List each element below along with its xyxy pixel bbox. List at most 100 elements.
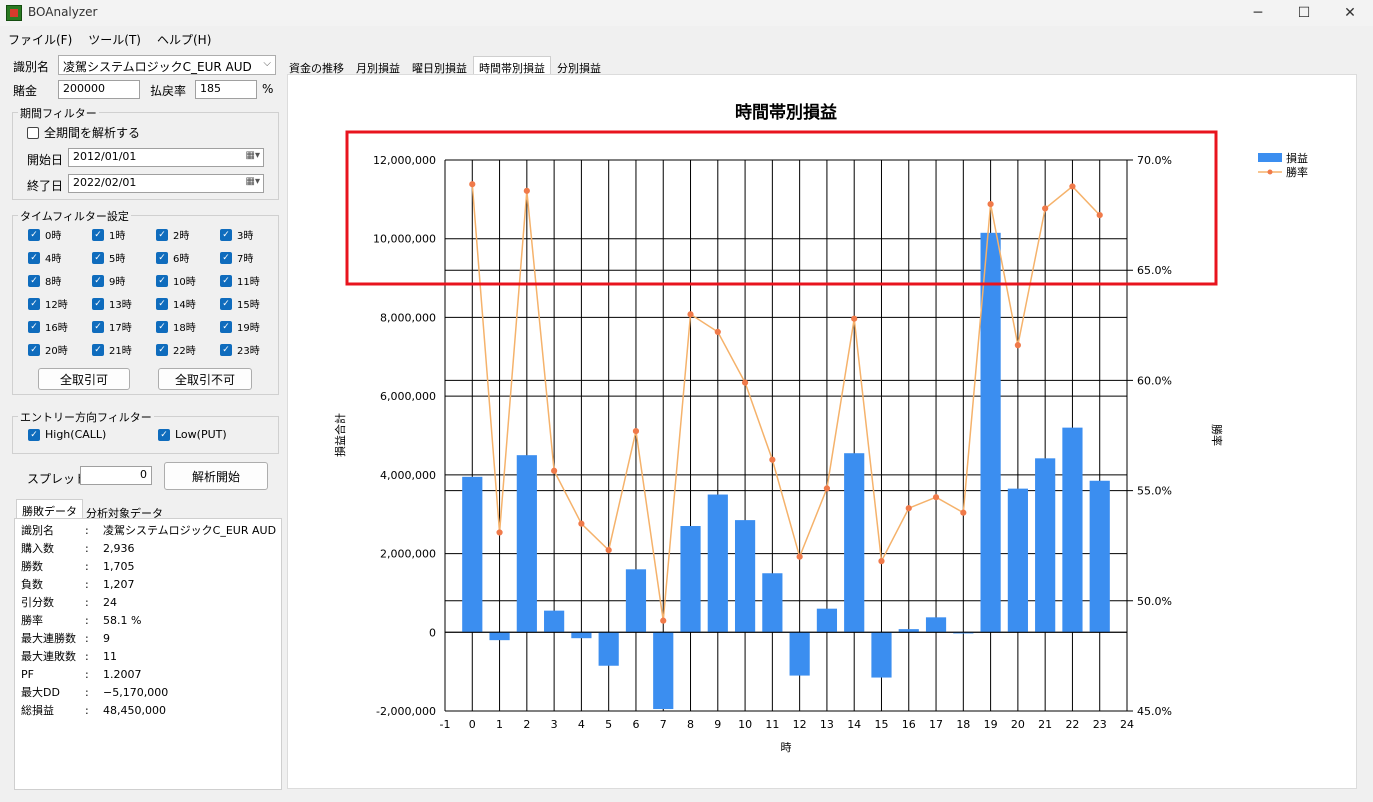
period-filter-title: 期間フィルター xyxy=(18,105,99,121)
hour-checkbox[interactable]: ✓ xyxy=(28,343,40,356)
bar xyxy=(1035,458,1056,633)
stat-key: 負数 xyxy=(21,578,43,591)
legend-label-winrate: 勝率 xyxy=(1286,165,1308,179)
bar xyxy=(653,632,674,710)
hour-checkbox[interactable]: ✓ xyxy=(92,297,104,310)
deny-all-button[interactable]: 全取引不可 xyxy=(158,368,252,390)
stat-value: 11 xyxy=(103,649,117,663)
bar xyxy=(1007,488,1028,633)
all-period-row: 全期間を解析する xyxy=(27,124,140,141)
stat-colon: : xyxy=(85,577,89,591)
hour-checkbox-row: ✓ 15時 xyxy=(220,296,260,311)
hour-label: 19時 xyxy=(237,323,260,334)
start-date-label: 開始日 xyxy=(27,153,64,167)
start-date-picker[interactable]: 2012/01/01 ▦▾ xyxy=(68,148,264,167)
menu-help[interactable]: ヘルプ(H) xyxy=(149,27,219,49)
high-checkbox[interactable]: ✓ xyxy=(28,428,40,441)
hour-checkbox[interactable]: ✓ xyxy=(28,251,40,264)
hour-checkbox[interactable]: ✓ xyxy=(220,274,232,287)
stat-key: 最大DD xyxy=(21,686,60,699)
hour-checkbox-row: ✓ 2時 xyxy=(156,227,189,242)
bar xyxy=(598,632,619,666)
spread-input[interactable]: 0 xyxy=(80,466,152,485)
hour-checkbox[interactable]: ✓ xyxy=(156,228,168,241)
hour-checkbox-row: ✓ 12時 xyxy=(28,296,68,311)
hour-label: 15時 xyxy=(237,300,260,311)
stat-row: 負数:1,207 xyxy=(21,575,281,593)
hour-checkbox[interactable]: ✓ xyxy=(92,228,104,241)
legend-label-pnl: 損益 xyxy=(1286,151,1308,165)
win-rate-point xyxy=(960,509,967,516)
hour-checkbox[interactable]: ✓ xyxy=(220,297,232,310)
stat-row: 引分数:24 xyxy=(21,593,281,611)
hour-checkbox[interactable]: ✓ xyxy=(220,251,232,264)
win-rate-point xyxy=(851,315,858,322)
win-rate-point xyxy=(823,485,831,492)
win-rate-point xyxy=(714,328,721,336)
start-analysis-button[interactable]: 解析開始 xyxy=(164,462,268,490)
low-row: ✓ Low(PUT) xyxy=(158,428,227,441)
id-select[interactable]: 凌駕システムロジックC_EUR AUD ⌵ xyxy=(58,55,276,75)
hour-checkbox[interactable]: ✓ xyxy=(28,320,40,333)
stat-row: 識別名: 凌駕システムロジックC_EUR AUD xyxy=(21,521,281,539)
hour-label: 23時 xyxy=(237,346,260,357)
hour-label: 20時 xyxy=(45,346,68,357)
stake-input[interactable]: 200000 xyxy=(58,80,140,99)
menu-file[interactable]: ファイル(F) xyxy=(0,27,80,49)
hour-checkbox-row: ✓ 3時 xyxy=(220,227,253,242)
hour-checkbox[interactable]: ✓ xyxy=(92,320,104,333)
bar xyxy=(1089,480,1110,633)
hour-checkbox[interactable]: ✓ xyxy=(220,320,232,333)
win-rate-point xyxy=(578,520,585,527)
all-period-checkbox[interactable] xyxy=(27,126,39,139)
bar xyxy=(707,494,728,633)
chart-title: 時間帯別損益 xyxy=(735,102,837,123)
payout-unit: % xyxy=(262,82,274,96)
y2-tick-label: 65.0% xyxy=(1137,264,1172,277)
hour-checkbox[interactable]: ✓ xyxy=(220,228,232,241)
hourly-pnl-chart: 時間帯別損益 -2,000,000 0 2,000,000 4,000,000 6,000… xyxy=(333,102,1308,754)
hour-checkbox[interactable]: ✓ xyxy=(156,274,168,287)
y-tick-label: 4,000,000 xyxy=(380,469,436,482)
minimize-button[interactable]: ─ xyxy=(1235,0,1281,26)
stat-value: 48,450,000 xyxy=(103,703,166,717)
close-button[interactable]: ✕ xyxy=(1327,0,1373,26)
stats-panel: 識別名: 凌駕システムロジックC_EUR AUD 購入数:2,936 勝数:1,705… xyxy=(14,518,282,790)
hour-checkbox[interactable]: ✓ xyxy=(156,320,168,333)
x-tick-label: 11 xyxy=(765,718,779,731)
end-date-picker[interactable]: 2022/02/01 ▦▾ xyxy=(68,174,264,193)
payout-label: 払戻率 xyxy=(150,84,187,98)
hour-label: 7時 xyxy=(237,254,254,265)
id-label: 識別名 xyxy=(13,60,50,74)
hour-checkbox[interactable]: ✓ xyxy=(28,297,40,310)
low-checkbox[interactable]: ✓ xyxy=(158,428,170,441)
hour-checkbox[interactable]: ✓ xyxy=(156,251,168,264)
hour-checkbox[interactable]: ✓ xyxy=(156,343,168,356)
hour-checkbox[interactable]: ✓ xyxy=(28,274,40,287)
win-rate-point xyxy=(632,427,640,435)
bar xyxy=(925,617,947,633)
win-rate-point xyxy=(523,187,530,194)
hour-label: 6時 xyxy=(173,254,190,265)
hour-checkbox[interactable]: ✓ xyxy=(28,228,40,241)
hour-label: 12時 xyxy=(45,300,68,311)
hour-checkbox[interactable]: ✓ xyxy=(220,343,232,356)
chart-panel: 時間帯別損益 -2,000,000 0 2,000,000 4,000,000 6,000… xyxy=(287,74,1357,789)
bar xyxy=(571,632,592,639)
hour-checkbox-row: ✓ 7時 xyxy=(220,250,253,265)
payout-input[interactable]: 185 xyxy=(195,80,257,99)
hour-checkbox[interactable]: ✓ xyxy=(156,297,168,310)
menu-tools[interactable]: ツール(T) xyxy=(80,27,149,49)
stat-value: 1,705 xyxy=(103,559,135,573)
stat-value: 9 xyxy=(103,631,110,645)
hour-checkbox[interactable]: ✓ xyxy=(92,343,104,356)
entry-filter-title: エントリー方向フィルター xyxy=(18,409,154,425)
hour-checkbox[interactable]: ✓ xyxy=(92,251,104,264)
high-label: High(CALL) xyxy=(45,428,107,441)
allow-all-button[interactable]: 全取引可 xyxy=(38,368,130,390)
stat-colon: : xyxy=(85,595,89,609)
x-tick-label: 2 xyxy=(523,718,530,731)
maximize-button[interactable]: ☐ xyxy=(1281,0,1327,26)
stat-value: 58.1 % xyxy=(103,613,142,627)
hour-checkbox[interactable]: ✓ xyxy=(92,274,104,287)
